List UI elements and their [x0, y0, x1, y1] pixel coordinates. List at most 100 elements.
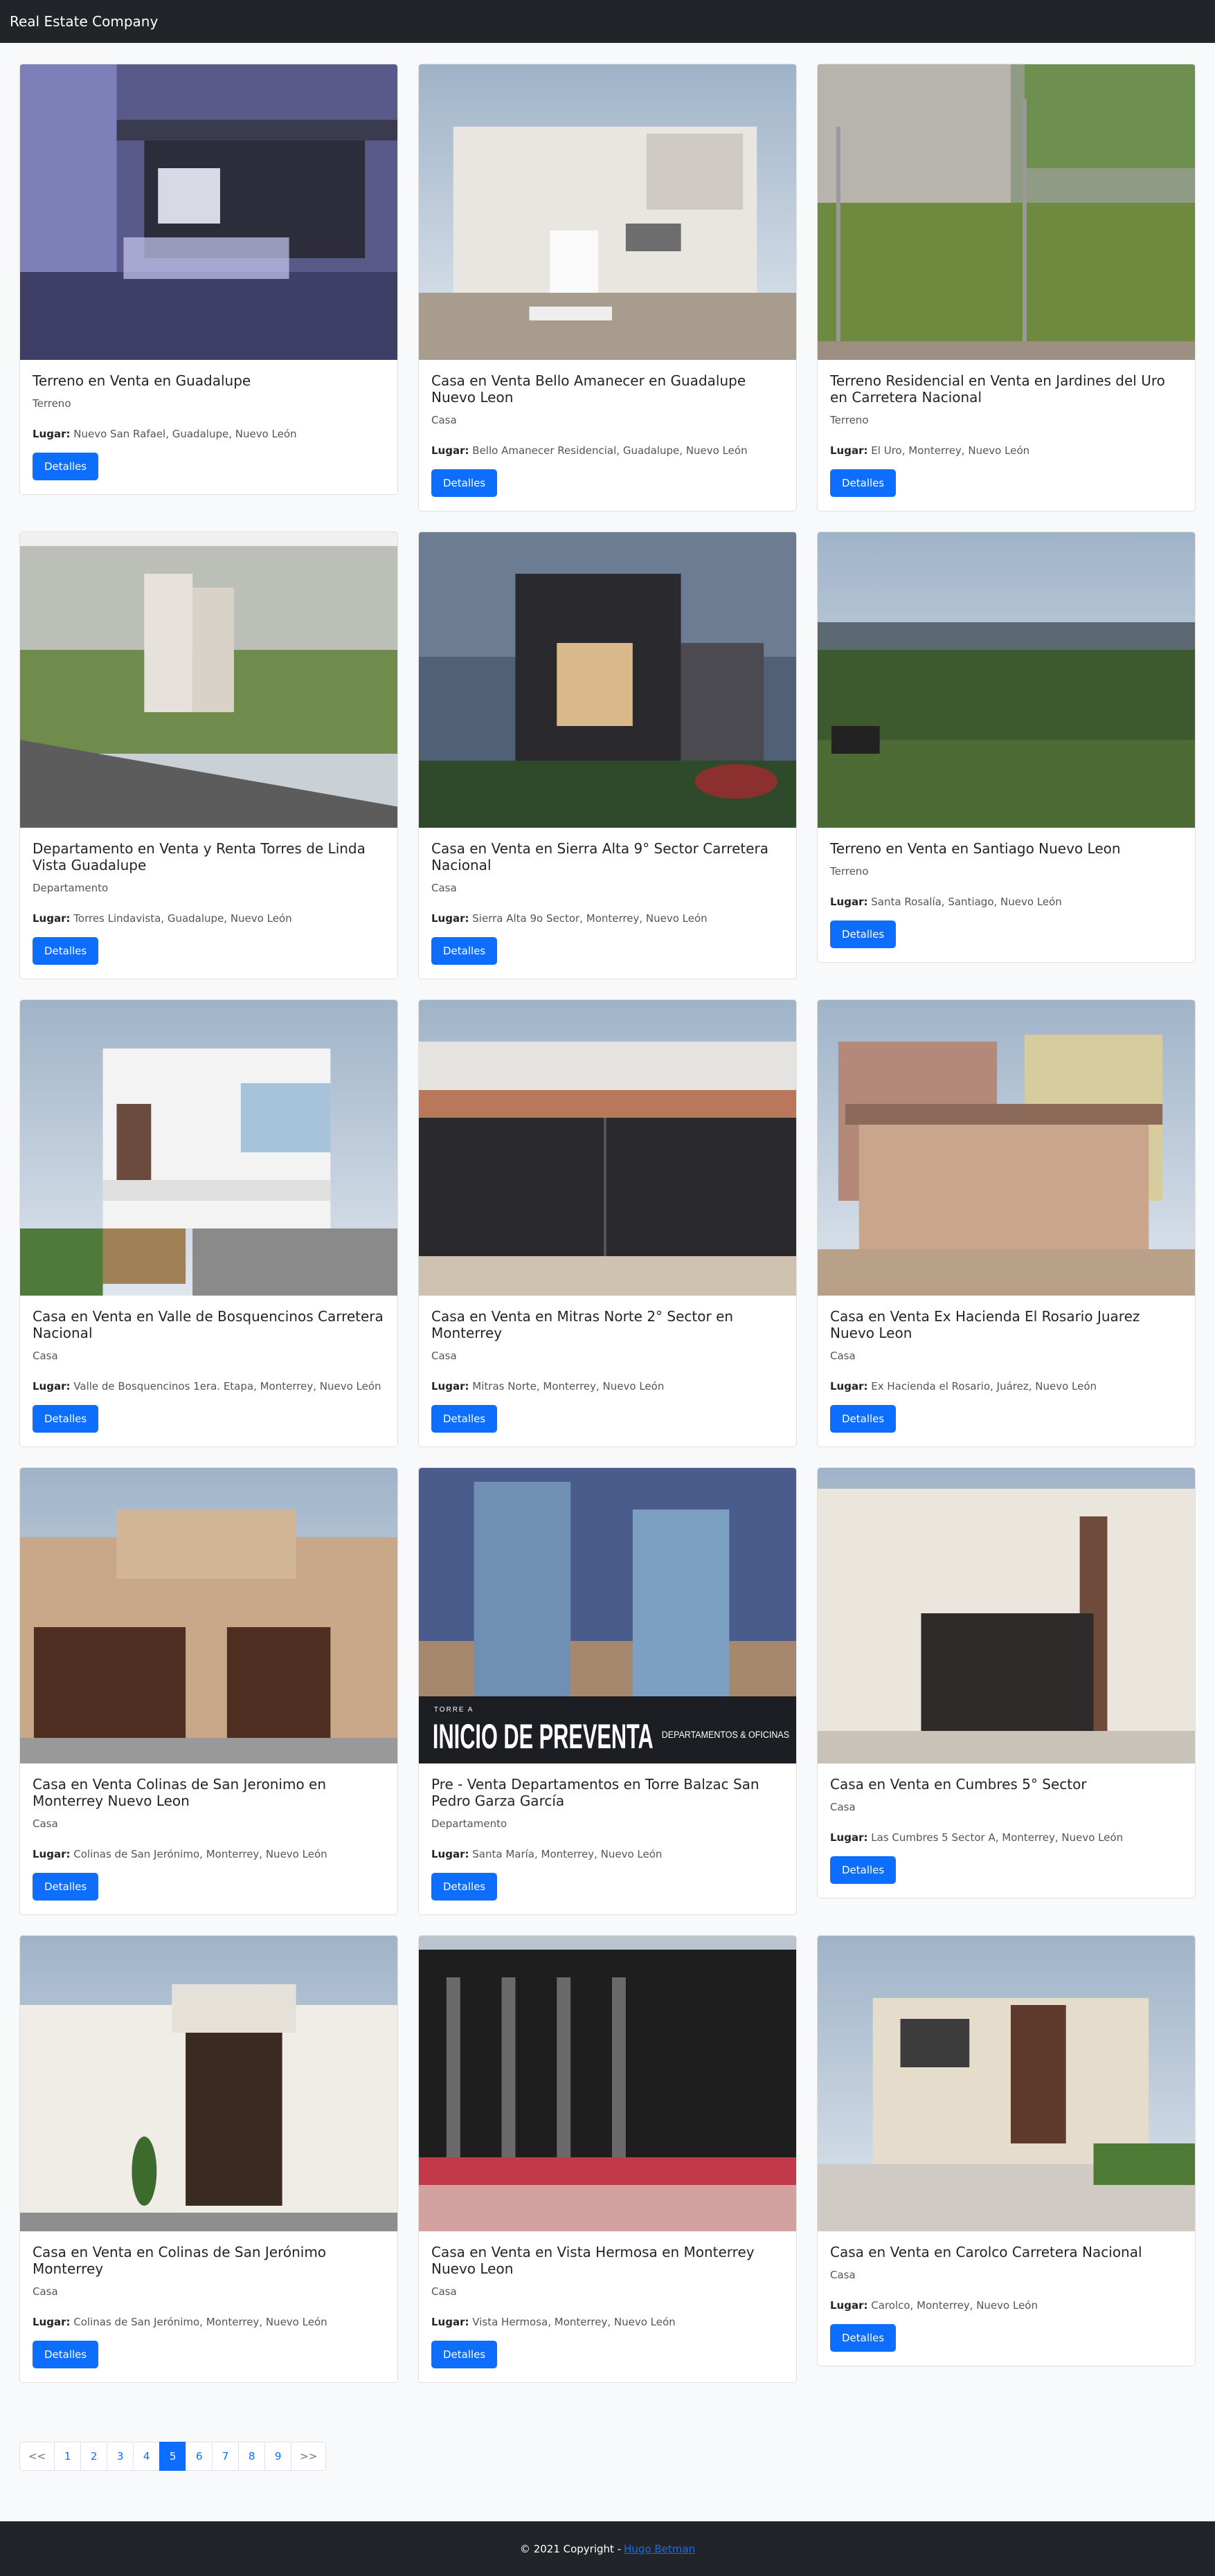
listing-card: Casa en Venta en Carolco Carretera Nacio…	[817, 1935, 1196, 2366]
place-value: Santa Rosalía, Santiago, Nuevo León	[871, 896, 1062, 908]
listing-card: Casa en Venta Ex Hacienda El Rosario Jua…	[817, 999, 1196, 1447]
page-link[interactable]: 4	[133, 2442, 161, 2471]
place-value: Santa María, Monterrey, Nuevo León	[472, 1848, 663, 1860]
listing-photo	[419, 1936, 796, 2231]
listing-title: Pre - Venta Departamentos en Torre Balza…	[431, 1776, 759, 1809]
listing-card: Terreno Residencial en Venta en Jardines…	[817, 64, 1196, 511]
page-link[interactable]: 3	[107, 2442, 134, 2471]
listing-body: Departamento en Venta y Renta Torres de …	[20, 828, 397, 979]
brand-link[interactable]: Real Estate Company	[10, 13, 158, 30]
listing-card: Casa en Venta Bello Amanecer en Guadalup…	[418, 64, 797, 511]
listing-type: Casa	[33, 1817, 58, 1830]
place-value: Mitras Norte, Monterrey, Nuevo León	[472, 1380, 665, 1393]
listing-title: Casa en Venta Bello Amanecer en Guadalup…	[431, 372, 746, 406]
details-button[interactable]: Detalles	[431, 1873, 498, 1901]
listing-type: Casa	[33, 2285, 58, 2298]
details-button[interactable]: Detalles	[830, 2324, 897, 2352]
listing-title: Terreno en Venta en Santiago Nuevo Leon	[830, 840, 1121, 857]
author-link[interactable]: Hugo Betman	[624, 2543, 695, 2555]
listing-title: Departamento en Venta y Renta Torres de …	[33, 840, 366, 873]
listing-type: Casa	[830, 1350, 856, 1362]
listing-title: Terreno Residencial en Venta en Jardines…	[830, 372, 1165, 406]
navbar: Real Estate Company	[0, 0, 1215, 43]
page-prev[interactable]: <<	[19, 2442, 55, 2471]
listing-type: Casa	[33, 1350, 58, 1362]
place-label: Lugar:	[33, 912, 71, 925]
listing-card: Casa en Venta Colinas de San Jeronimo en…	[19, 1467, 398, 1915]
page-link[interactable]: 8	[238, 2442, 266, 2471]
listing-place: Lugar: Santa María, Monterrey, Nuevo Leó…	[431, 1848, 784, 1860]
listing-body: Terreno Residencial en Venta en Jardines…	[818, 360, 1195, 511]
listing-photo	[818, 1468, 1195, 1763]
page-link[interactable]: 9	[264, 2442, 292, 2471]
listing-body: Terreno en Venta en Santiago Nuevo Leon T…	[818, 828, 1195, 962]
details-button[interactable]: Detalles	[830, 920, 897, 948]
details-button[interactable]: Detalles	[33, 1405, 99, 1433]
page-link[interactable]: 2	[80, 2442, 108, 2471]
listing-photo	[20, 1468, 397, 1763]
place-label: Lugar:	[431, 1380, 469, 1393]
listing-card: Departamento en Venta y Renta Torres de …	[19, 532, 398, 979]
details-button[interactable]: Detalles	[830, 469, 897, 497]
listing-type: Casa	[431, 1350, 457, 1362]
listing-type: Casa	[830, 2269, 856, 2281]
listing-type: Casa	[431, 2285, 457, 2298]
footer: © 2021 Copyright - Hugo Betman	[0, 2521, 1215, 2576]
svg-text:DEPARTAMENTOS & OFICINAS: DEPARTAMENTOS & OFICINAS	[662, 1729, 789, 1740]
place-label: Lugar:	[431, 912, 469, 925]
page-link[interactable]: 6	[186, 2442, 213, 2471]
place-value: Sierra Alta 9o Sector, Monterrey, Nuevo …	[472, 912, 708, 925]
listing-title: Casa en Venta en Vista Hermosa en Monter…	[431, 2244, 755, 2277]
listing-body: Casa en Venta en Colinas de San Jerónimo…	[20, 2231, 397, 2382]
listing-place: Lugar: Carolco, Monterrey, Nuevo León	[830, 2299, 1182, 2312]
details-button[interactable]: Detalles	[33, 453, 99, 480]
listing-photo	[419, 64, 796, 360]
listing-type: Casa	[830, 1801, 856, 1813]
pagination: << 1 2 3 4 5 6 7 8 9 >>	[19, 2442, 327, 2471]
place-label: Lugar:	[33, 1848, 71, 1860]
details-button[interactable]: Detalles	[431, 937, 498, 965]
details-button[interactable]: Detalles	[431, 469, 498, 497]
listing-place: Lugar: Colinas de San Jerónimo, Monterre…	[33, 1848, 385, 1860]
listing-place: Lugar: Torres Lindavista, Guadalupe, Nue…	[33, 912, 385, 925]
listing-type: Terreno	[830, 414, 869, 426]
page-link[interactable]: 1	[54, 2442, 82, 2471]
listing-place: Lugar: Colinas de San Jerónimo, Monterre…	[33, 2316, 385, 2328]
listing-type: Casa	[431, 882, 457, 894]
listing-type: Departamento	[33, 882, 109, 894]
place-label: Lugar:	[33, 2316, 71, 2328]
place-value: Valle de Bosquencinos 1era. Etapa, Monte…	[73, 1380, 381, 1393]
listing-title: Casa en Venta en Mitras Norte 2° Sector …	[431, 1308, 734, 1341]
listing-type: Departamento	[431, 1817, 507, 1830]
page-link[interactable]: 5	[159, 2442, 187, 2471]
listing-grid: Terreno en Venta en Guadalupe Terreno Luga…	[19, 64, 1196, 2383]
listing-body: Casa en Venta en Vista Hermosa en Monter…	[419, 2231, 796, 2382]
place-label: Lugar:	[830, 1831, 868, 1844]
listing-body: Casa en Venta en Valle de Bosquencinos C…	[20, 1296, 397, 1446]
details-button[interactable]: Detalles	[33, 2341, 99, 2368]
place-value: Nuevo San Rafael, Guadalupe, Nuevo León	[73, 428, 297, 440]
details-button[interactable]: Detalles	[431, 2341, 498, 2368]
page-next[interactable]: >>	[291, 2442, 327, 2471]
place-value: El Uro, Monterrey, Nuevo León	[871, 444, 1030, 457]
place-label: Lugar:	[431, 444, 469, 457]
listing-card: TORRE A INICIO DE PREVENTA DEPARTAMENTOS &…	[418, 1467, 797, 1915]
listing-photo	[818, 64, 1195, 360]
svg-text:TORRE A: TORRE A	[434, 1706, 474, 1714]
listing-place: Lugar: El Uro, Monterrey, Nuevo León	[830, 444, 1182, 457]
details-button[interactable]: Detalles	[33, 937, 99, 965]
place-value: Vista Hermosa, Monterrey, Nuevo León	[472, 2316, 676, 2328]
listing-title: Casa en Venta en Cumbres 5° Sector	[830, 1776, 1087, 1793]
listing-type: Terreno	[33, 397, 71, 410]
page-link[interactable]: 7	[212, 2442, 240, 2471]
listing-body: Casa en Venta en Mitras Norte 2° Sector …	[419, 1296, 796, 1446]
details-button[interactable]: Detalles	[830, 1405, 897, 1433]
details-button[interactable]: Detalles	[830, 1856, 897, 1884]
place-label: Lugar:	[431, 1848, 469, 1860]
listing-place: Lugar: Sierra Alta 9o Sector, Monterrey,…	[431, 912, 784, 925]
listing-photo	[20, 1936, 397, 2231]
details-button[interactable]: Detalles	[33, 1873, 99, 1901]
details-button[interactable]: Detalles	[431, 1405, 498, 1433]
listing-photo	[419, 1000, 796, 1296]
listing-body: Casa en Venta Bello Amanecer en Guadalup…	[419, 360, 796, 511]
